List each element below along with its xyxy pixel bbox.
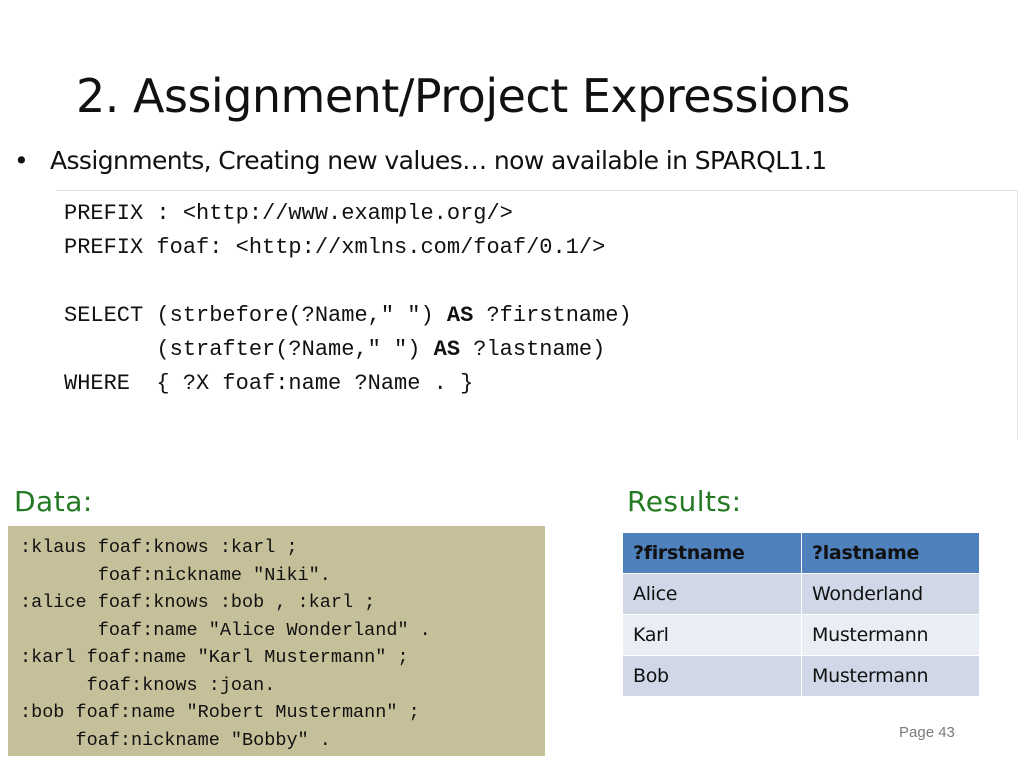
page-number: Page 43 [899, 724, 955, 741]
table-cell: Mustermann [801, 655, 980, 697]
results-section-label: Results: [627, 485, 742, 518]
table-cell: Wonderland [801, 573, 980, 615]
table-cell: Alice [622, 573, 802, 615]
query-text: ?firstname) [473, 303, 632, 328]
data-line: :klaus foaf:knows :karl ; [20, 537, 298, 558]
table-cell: Karl [622, 614, 802, 656]
data-line: foaf:nickname "Niki". [20, 564, 331, 586]
table-row: Bob Mustermann [622, 655, 980, 697]
column-header-lastname: ?lastname [801, 532, 980, 574]
bullet-text: Assignments, Creating new values… now av… [50, 146, 827, 175]
column-header-firstname: ?firstname [622, 532, 802, 574]
query-line: SELECT (strbefore(?Name," ") AS ?firstna… [64, 299, 632, 333]
query-line: WHERE { ?X foaf:name ?Name . } [64, 371, 474, 396]
data-line: :karl foaf:name "Karl Mustermann" ; [20, 647, 409, 668]
data-line: foaf:nickname "Bobby" . [20, 729, 331, 751]
data-line: :alice foaf:knows :bob , :karl ; [20, 592, 376, 613]
slide-title: 2. Assignment/Project Expressions [76, 69, 851, 123]
table-row: Alice Wonderland [622, 573, 980, 615]
data-line: :bob foaf:name "Robert Mustermann" ; [20, 702, 420, 723]
query-text: SELECT (strbefore(?Name," ") [64, 303, 447, 328]
bullet-point: • Assignments, Creating new values… now a… [14, 142, 827, 180]
query-text: (strafter(?Name," ") [64, 337, 434, 362]
as-keyword: AS [433, 337, 461, 362]
data-section-label: Data: [14, 485, 93, 518]
table-cell: Mustermann [801, 614, 980, 656]
sparql-query-box: PREFIX : <http://www.example.org/> PREFI… [56, 190, 1018, 440]
data-line: foaf:knows :joan. [20, 674, 276, 696]
query-line: PREFIX foaf: <http://xmlns.com/foaf/0.1/… [64, 235, 606, 260]
as-keyword: AS [446, 303, 474, 328]
query-line: (strafter(?Name," ") AS ?lastname) [64, 333, 605, 367]
results-table: ?firstname ?lastname Alice Wonderland Ka… [622, 532, 980, 697]
bullet-icon: • [14, 146, 29, 175]
query-line: PREFIX : <http://www.example.org/> [64, 201, 513, 226]
rdf-data-box: :klaus foaf:knows :karl ; foaf:nickname … [8, 526, 545, 756]
data-line: foaf:name "Alice Wonderland" . [20, 619, 431, 641]
table-cell: Bob [622, 655, 802, 697]
query-text: ?lastname) [460, 337, 606, 362]
table-row: Karl Mustermann [622, 614, 980, 656]
table-header-row: ?firstname ?lastname [622, 532, 980, 574]
